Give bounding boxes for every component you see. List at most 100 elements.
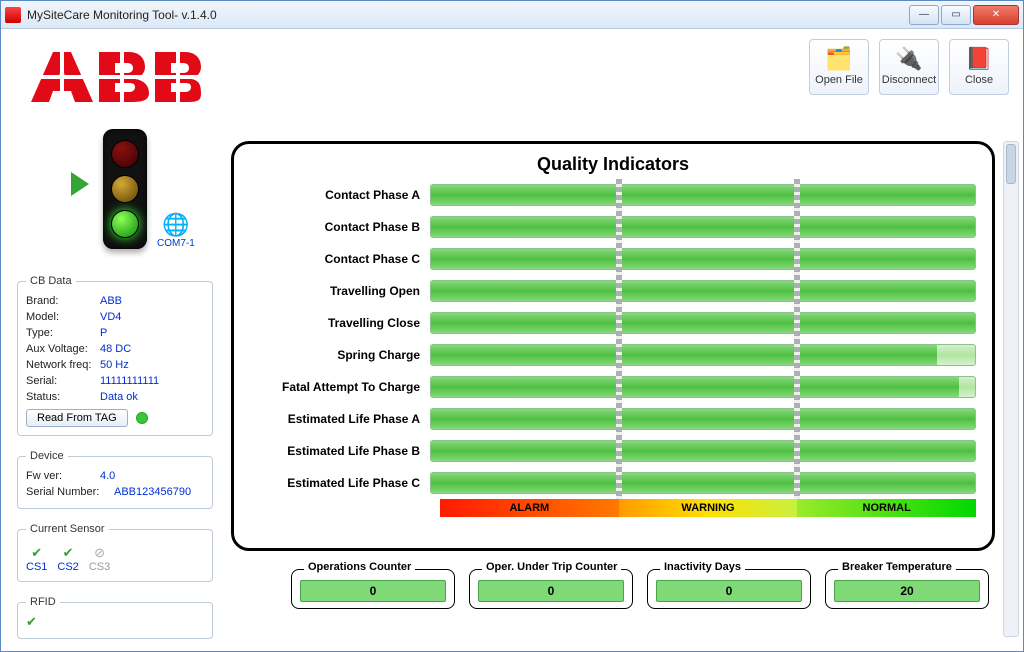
quality-bar-track <box>430 376 976 398</box>
counter-box: Inactivity Days0 <box>647 569 811 609</box>
rfid-panel: RFID ✔ <box>17 596 213 639</box>
quality-bar-label: Travelling Close <box>250 316 430 330</box>
current-sensor-panel: Current Sensor ✔CS1 ✔CS2 ⊘CS3 <box>17 523 213 582</box>
quality-bar-fill <box>431 409 975 429</box>
quality-bar-label: Estimated Life Phase B <box>250 444 430 458</box>
quality-bar-track <box>430 184 976 206</box>
quality-title: Quality Indicators <box>250 154 976 175</box>
quality-bar-track <box>430 440 976 462</box>
traffic-green <box>111 210 139 238</box>
titlebar[interactable]: MySiteCare Monitoring Tool- v.1.4.0 — ▭ … <box>1 1 1023 29</box>
play-icon[interactable] <box>71 172 89 196</box>
quality-bar-label: Fatal Attempt To Charge <box>250 380 430 394</box>
traffic-red <box>111 140 139 168</box>
vertical-scrollbar[interactable] <box>1003 141 1019 637</box>
check-icon: ✔ <box>26 545 47 561</box>
counter-box: Breaker Temperature20 <box>825 569 989 609</box>
cb-data-panel: CB Data Brand:ABB Model:VD4 Type:P Aux V… <box>17 275 213 436</box>
quality-bar-label: Contact Phase A <box>250 188 430 202</box>
quality-bar-track <box>430 312 976 334</box>
open-file-icon: 🗂️ <box>825 48 852 70</box>
disabled-icon: ⊘ <box>89 545 110 561</box>
connection-icon[interactable]: 🌐 <box>162 212 189 238</box>
zone-legend: ALARM WARNING NORMAL <box>440 499 976 517</box>
counter-value: 0 <box>478 580 624 602</box>
counters-row: Operations Counter0 Oper. Under Trip Coun… <box>291 569 989 609</box>
read-from-tag-button[interactable]: Read From TAG <box>26 409 128 427</box>
quality-bar-row: Estimated Life Phase B <box>250 435 976 467</box>
quality-bar-label: Estimated Life Phase A <box>250 412 430 426</box>
quality-bar-row: Estimated Life Phase C <box>250 467 976 499</box>
quality-bar-track <box>430 408 976 430</box>
quality-bar-label: Estimated Life Phase C <box>250 476 430 490</box>
quality-bar-fill <box>431 185 975 205</box>
quality-bar-fill <box>431 217 975 237</box>
cs2-label[interactable]: CS2 <box>57 561 78 573</box>
quality-bar-fill <box>431 281 975 301</box>
check-icon: ✔ <box>26 614 204 630</box>
window-close-button[interactable]: ✕ <box>973 5 1019 25</box>
quality-bar-track <box>430 344 976 366</box>
quality-bar-fill <box>431 473 975 493</box>
quality-bar-label: Contact Phase C <box>250 252 430 266</box>
quality-bar-track <box>430 280 976 302</box>
close-label: Close <box>965 74 993 86</box>
counter-box: Oper. Under Trip Counter0 <box>469 569 633 609</box>
quality-bar-label: Contact Phase B <box>250 220 430 234</box>
quality-bar-track <box>430 216 976 238</box>
quality-bars: Contact Phase A Contact Phase B Contact Ph… <box>250 179 976 499</box>
traffic-amber <box>111 175 139 203</box>
connection-port: COM7-1 <box>157 238 195 249</box>
app-icon <box>5 7 21 23</box>
tag-status-dot <box>136 412 148 424</box>
quality-bar-row: Estimated Life Phase A <box>250 403 976 435</box>
window-title: MySiteCare Monitoring Tool- v.1.4.0 <box>27 8 909 22</box>
quality-bar-fill <box>431 313 975 333</box>
disconnect-icon: 🔌 <box>895 48 922 70</box>
open-file-label: Open File <box>815 74 863 86</box>
app-window: MySiteCare Monitoring Tool- v.1.4.0 — ▭ … <box>0 0 1024 652</box>
quality-bar-label: Spring Charge <box>250 348 430 362</box>
quality-indicators-panel: Quality Indicators Contact Phase AContac… <box>231 141 995 551</box>
disconnect-label: Disconnect <box>882 74 936 86</box>
quality-bar-row: Travelling Close <box>250 307 976 339</box>
cs3-label: CS3 <box>89 561 110 573</box>
quality-bar-row: Contact Phase A <box>250 179 976 211</box>
quality-bar-track <box>430 248 976 270</box>
counter-title: Breaker Temperature <box>838 561 956 573</box>
quality-bar-fill <box>431 377 959 397</box>
quality-bar-fill <box>431 345 937 365</box>
zone-alarm: ALARM <box>440 499 619 517</box>
quality-bar-track <box>430 472 976 494</box>
quality-bar-row: Spring Charge <box>250 339 976 371</box>
abb-logo <box>31 47 201 109</box>
counter-value: 20 <box>834 580 980 602</box>
quality-bar-row: Contact Phase C <box>250 243 976 275</box>
device-legend: Device <box>26 450 68 462</box>
counter-title: Oper. Under Trip Counter <box>482 561 621 573</box>
counter-value: 0 <box>656 580 802 602</box>
counter-box: Operations Counter0 <box>291 569 455 609</box>
quality-bar-fill <box>431 441 975 461</box>
device-panel: Device Fw ver:4.0 Serial Number:ABB12345… <box>17 450 213 509</box>
cb-data-legend: CB Data <box>26 275 76 287</box>
counter-value: 0 <box>300 580 446 602</box>
quality-bar-row: Travelling Open <box>250 275 976 307</box>
zone-warning: WARNING <box>619 499 798 517</box>
close-button[interactable]: 📕 Close <box>949 39 1009 95</box>
rfid-legend: RFID <box>26 596 60 608</box>
cs1-label[interactable]: CS1 <box>26 561 47 573</box>
open-file-button[interactable]: 🗂️ Open File <box>809 39 869 95</box>
counter-title: Inactivity Days <box>660 561 745 573</box>
maximize-button[interactable]: ▭ <box>941 5 971 25</box>
quality-bar-fill <box>431 249 975 269</box>
minimize-button[interactable]: — <box>909 5 939 25</box>
quality-bar-row: Contact Phase B <box>250 211 976 243</box>
check-icon: ✔ <box>57 545 78 561</box>
zone-normal: NORMAL <box>797 499 976 517</box>
quality-bar-label: Travelling Open <box>250 284 430 298</box>
counter-title: Operations Counter <box>304 561 415 573</box>
current-sensor-legend: Current Sensor <box>26 523 109 535</box>
disconnect-button[interactable]: 🔌 Disconnect <box>879 39 939 95</box>
scrollbar-thumb[interactable] <box>1006 144 1016 184</box>
